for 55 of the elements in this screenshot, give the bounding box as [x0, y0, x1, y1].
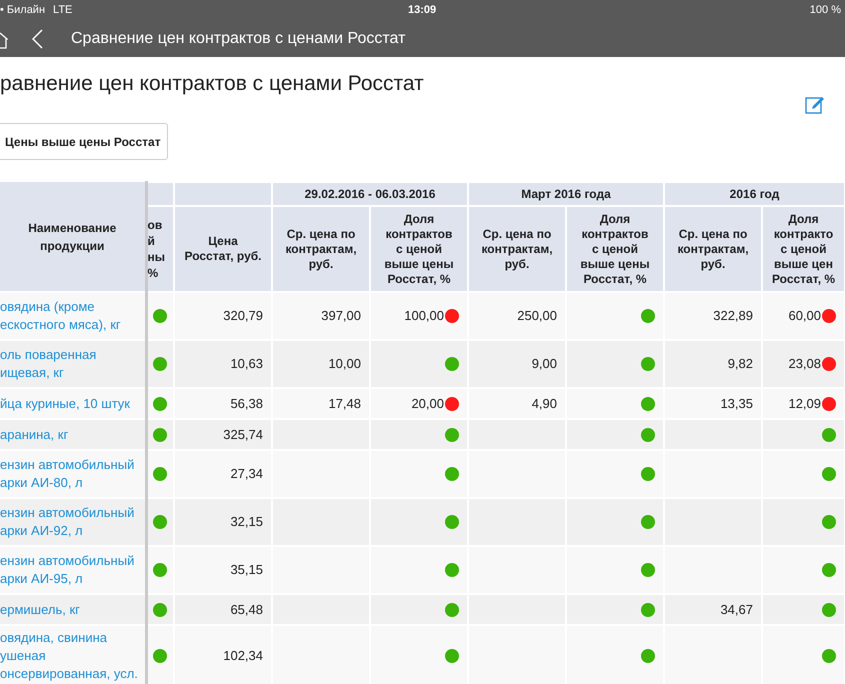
header-cell: Наименование продукции: [0, 182, 146, 292]
product-link[interactable]: овядина (кроме ескостного мяса), кг: [0, 292, 146, 340]
product-link[interactable]: овядина, свинина ушеная онсервированная, усл.: [0, 625, 146, 684]
table-cell: 250,00: [468, 292, 566, 340]
table-cell: 32,15: [174, 498, 272, 546]
table-cell: 10,00: [272, 340, 370, 388]
table-cell: 320,79: [174, 292, 272, 340]
product-link[interactable]: оль поваренная ищевая, кг: [0, 340, 146, 388]
page-title: равнение цен контрактов с ценами Росстат: [0, 71, 424, 97]
header-cell: Доля контрактов с ценой выше цены Росстат, %: [566, 206, 664, 292]
table-cell: 34,67: [664, 594, 762, 625]
header-cell: Ср. цена по контрактам, руб.: [468, 206, 566, 292]
table-cell: 13,35: [664, 388, 762, 419]
period-header: 29.02.2016 - 06.03.2016: [272, 182, 468, 206]
product-link[interactable]: ензин автомобильный арки АИ-95, л: [0, 546, 146, 594]
edit-icon[interactable]: [805, 94, 825, 114]
table-cell: 9,82: [664, 340, 762, 388]
period-header: Март 2016 года: [468, 182, 664, 206]
header-cell: ов й ны %: [146, 206, 174, 292]
network-label: LTE: [53, 2, 72, 18]
product-link[interactable]: ензин автомобильный арки АИ-80, л: [0, 450, 146, 498]
table-cell: 102,34: [174, 625, 272, 684]
table-cell-text: 20,00: [411, 394, 444, 413]
header-cell: Цена Росстат, руб.: [174, 206, 272, 292]
table-cell-text: 23,08: [788, 355, 822, 374]
table-cell-text: 12,09: [788, 394, 822, 413]
table-cell: 65,48: [174, 594, 272, 625]
clock: 13:09: [408, 2, 436, 18]
table-cell: 4,90: [468, 388, 566, 419]
period-header: 2016 год: [664, 182, 845, 206]
table-cell: 9,00: [468, 340, 566, 388]
product-link[interactable]: ензин автомобильный арки АИ-92, л: [0, 498, 146, 546]
table-cell: 325,74: [174, 419, 272, 450]
table-cell: 56,38: [174, 388, 272, 419]
table-cell: 27,34: [174, 450, 272, 498]
product-link[interactable]: ермишель, кг: [0, 594, 146, 625]
battery-percent: 100 %: [810, 2, 842, 18]
table-cell: 322,89: [664, 292, 762, 340]
header-cell: Доля контрактов с ценой выше цены Росстат, %: [370, 206, 468, 292]
filter-button[interactable]: Цены выше цены Росстат: [0, 123, 168, 160]
header-cell: [146, 182, 174, 206]
header-cell: Доля контракто с ценой выше цен Росстат, %: [762, 206, 845, 292]
table-cell: 397,00: [272, 292, 370, 340]
product-link[interactable]: йца куриные, 10 штук: [0, 388, 146, 419]
carrier-label: • Билайн: [0, 2, 46, 18]
table-cell: 17,48: [272, 388, 370, 419]
table-cell: 35,15: [174, 546, 272, 594]
product-link[interactable]: аранина, кг: [0, 419, 146, 450]
header-cell: Ср. цена по контрактам, руб.: [664, 206, 762, 292]
nav-title: Сравнение цен контрактов с ценами Росстат: [71, 28, 406, 48]
header-cell: Ср. цена по контрактам, руб.: [272, 206, 370, 292]
table-cell: 10,63: [174, 340, 272, 388]
table-cell-text: 100,00: [404, 307, 444, 326]
back-icon[interactable]: [32, 28, 43, 48]
table-cell-text: 60,00: [788, 307, 822, 326]
